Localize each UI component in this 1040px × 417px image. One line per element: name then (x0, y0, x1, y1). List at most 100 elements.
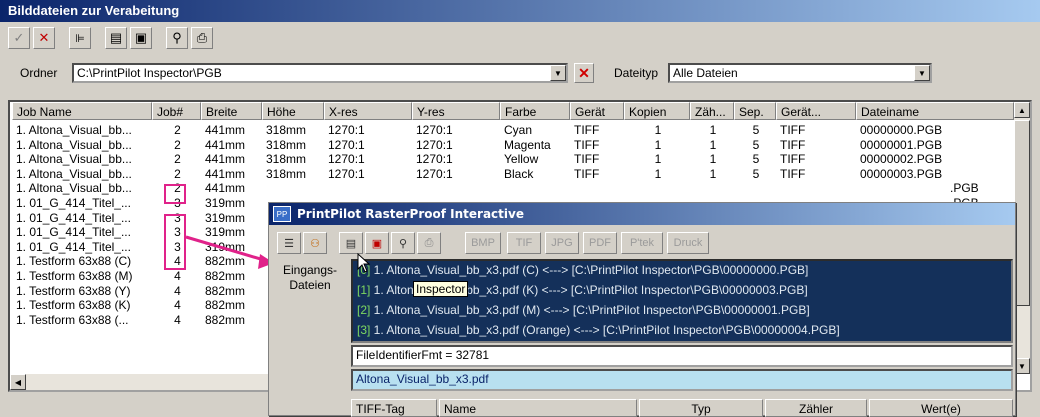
table-cell: 882mm (205, 298, 246, 313)
input-file-item[interactable]: [3] 1. Altona_Visual_bb_x3.pdf (Orange) … (357, 323, 840, 337)
scroll-left-icon[interactable]: ◀ (10, 374, 26, 390)
tree-icon[interactable]: ⊫ (69, 27, 91, 49)
column-header[interactable]: Y-res (412, 102, 500, 120)
export-pdf-button[interactable]: PDF (583, 232, 617, 254)
export-tif-button[interactable]: TIF (507, 232, 541, 254)
table-cell: Black (504, 166, 534, 181)
column-header[interactable]: X-res (324, 102, 412, 120)
mouse-cursor-icon (357, 253, 371, 273)
vertical-scrollbar[interactable]: ▲ ▼ (1014, 102, 1030, 374)
table-cell: 1270:1 (416, 137, 453, 152)
list-icon[interactable]: ▤ (339, 232, 363, 254)
column-header[interactable]: Höhe (262, 102, 324, 120)
table-cell: 1270:1 (416, 152, 453, 167)
table-cell: Cyan (504, 123, 533, 137)
table-cell: 1. Testform 63x88 (C) (16, 254, 132, 269)
table-cell: 1. Testform 63x88 (K) (16, 298, 131, 313)
column-header[interactable]: Job# (152, 102, 201, 120)
input-file-item[interactable]: [2] 1. Altona_Visual_bb_x3.pdf (M) <--->… (357, 303, 810, 317)
export-ptek-button[interactable]: P'tek (621, 232, 663, 254)
table-cell: 4 (174, 298, 181, 313)
table-cell: 882mm (205, 283, 246, 298)
image-icon[interactable]: ▣ (365, 232, 389, 254)
table-cell: 1 (654, 166, 662, 181)
input-file-item[interactable]: [0] 1. Altona_Visual_bb_x3.pdf (C) <--->… (357, 263, 808, 277)
people-icon[interactable]: ⚇ (303, 232, 327, 254)
filetype-label: Dateityp (614, 66, 659, 80)
check-icon[interactable]: ✓ (8, 27, 30, 49)
table-cell: TIFF (574, 137, 600, 152)
table-cell: 1. Altona_Visual_bb... (16, 181, 132, 196)
table-cell: 1. 01_G_414_Titel_... (16, 225, 131, 240)
print-icon[interactable]: ⎙ (191, 27, 213, 49)
folder-field[interactable]: C:\PrintPilot Inspector\PGB (72, 63, 568, 83)
filename-value: Altona_Visual_bb_x3.pdf (356, 372, 489, 386)
table-cell: 1270:1 (328, 166, 365, 181)
file-index: [1] (357, 283, 371, 297)
table-cell: 00000000.PGB (860, 123, 943, 137)
clear-folder-button[interactable]: ✕ (574, 63, 594, 83)
file-mapping: 1. Altona_Visual_bb_x3.pdf (M) <---> [C:… (370, 303, 810, 317)
file-index: [2] (357, 303, 371, 317)
export-bmp-button[interactable]: BMP (465, 232, 501, 254)
table-cell: 1. Testform 63x88 (... (16, 312, 129, 327)
scroll-thumb[interactable] (1014, 120, 1030, 306)
table-cell: 00000002.PGB (860, 152, 943, 167)
tiff-column-header[interactable]: Zähler (765, 399, 867, 417)
column-header[interactable]: Zäh... (690, 102, 734, 120)
scroll-down-icon[interactable]: ▼ (1014, 358, 1030, 374)
wizard-icon[interactable]: ☰ (277, 232, 301, 254)
identifier-field[interactable]: FileIdentifierFmt = 32781 (351, 345, 1013, 367)
tiff-column-header[interactable]: Typ (639, 399, 763, 417)
column-header[interactable]: Farbe (500, 102, 570, 120)
table-cell: 5 (752, 152, 760, 167)
column-header[interactable]: Breite (201, 102, 262, 120)
identifier-value: FileIdentifierFmt = 32781 (356, 348, 490, 362)
folder-dropdown-icon[interactable]: ▼ (550, 65, 566, 81)
table-cell: 441mm (205, 166, 246, 181)
table-cell: 1 (709, 152, 717, 167)
column-header[interactable]: Dateiname (856, 102, 1014, 120)
input-files-list[interactable]: [0] 1. Altona_Visual_bb_x3.pdf (C) <--->… (351, 259, 1013, 343)
column-header[interactable]: Sep. (734, 102, 776, 120)
main-toolbar: ✓ ✕ ⊫ ▤ ▣ ⚲ ⎙ (8, 27, 213, 53)
table-cell: 1. Altona_Visual_bb... (16, 137, 132, 152)
table-cell: 2 (174, 152, 181, 167)
table-cell: 2 (174, 166, 181, 181)
window-title: Bilddateien zur Verabeitung (0, 0, 1040, 22)
tiff-column-header[interactable]: TIFF-Tag (351, 399, 437, 417)
table-cell: 5 (752, 166, 760, 181)
inspector-tooltip: Inspector (413, 281, 469, 297)
zoom-icon[interactable]: ⚲ (166, 27, 188, 49)
export-jpg-button[interactable]: JPG (545, 232, 579, 254)
table-cell: 1 (654, 137, 662, 152)
column-header[interactable]: Gerät... (776, 102, 856, 120)
tiff-column-header[interactable]: Wert(e) (869, 399, 1013, 417)
file-mapping: 1. Altona_Visual_bb_x3.pdf (Orange) <---… (370, 323, 840, 337)
table-cell: 318mm (266, 152, 307, 167)
table-cell: 1. 01_G_414_Titel_... (16, 196, 131, 210)
table-cell: 1 (709, 123, 717, 137)
inspector-icon[interactable]: ⚲ (391, 232, 415, 254)
filetype-field[interactable]: Alle Dateien (668, 63, 932, 83)
filetype-dropdown-icon[interactable]: ▼ (914, 65, 930, 81)
list-icon[interactable]: ▤ (105, 27, 127, 49)
scroll-up-icon[interactable]: ▲ (1014, 102, 1030, 118)
app-icon: PP (273, 206, 291, 222)
export-druck-button[interactable]: Druck (667, 232, 709, 254)
tiff-column-header[interactable]: Name (439, 399, 637, 417)
column-header[interactable]: Kopien (624, 102, 690, 120)
image-icon[interactable]: ▣ (130, 27, 152, 49)
filename-field[interactable]: Altona_Visual_bb_x3.pdf (351, 369, 1013, 391)
table-cell: 00000001.PGB (860, 137, 943, 152)
print-icon[interactable]: ⎙ (417, 232, 441, 254)
table-cell: 441mm (205, 123, 246, 137)
filetype-value: Alle Dateien (673, 66, 738, 80)
table-cell: 1. 01_G_414_Titel_... (16, 210, 131, 225)
table-cell: 1. 01_G_414_Titel_... (16, 239, 131, 254)
table-cell: 2 (174, 137, 181, 152)
cross-icon[interactable]: ✕ (33, 27, 55, 49)
table-cell: 1. Testform 63x88 (Y) (16, 283, 131, 298)
column-header[interactable]: Job Name (12, 102, 152, 120)
column-header[interactable]: Gerät (570, 102, 624, 120)
